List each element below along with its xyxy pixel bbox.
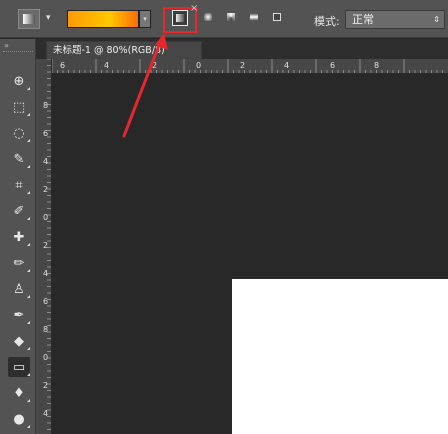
tool-blur[interactable]: ♦ bbox=[8, 383, 30, 403]
ruler-label: 6 bbox=[43, 297, 48, 306]
ruler-label: 4 bbox=[43, 157, 48, 166]
radial-gradient-button[interactable] bbox=[201, 10, 217, 26]
healing-brush-icon: ✚ bbox=[13, 229, 25, 245]
tool-group-indicator bbox=[27, 373, 30, 376]
history-brush-icon: ✒ bbox=[13, 307, 25, 323]
marquee-icon: ⬚ bbox=[12, 99, 26, 115]
tool-group-indicator bbox=[27, 269, 30, 272]
vertical-ruler[interactable]: 8642024680246 bbox=[36, 59, 52, 434]
diamond-gradient-icon bbox=[273, 13, 281, 21]
blur-icon: ♦ bbox=[13, 385, 25, 401]
options-bar: ▾ ▾ 模式: 正常 ⇕ bbox=[0, 0, 448, 38]
document-tab[interactable]: 未标题-1 @ 80%(RGB/8) bbox=[46, 41, 202, 59]
tool-group-indicator bbox=[27, 399, 30, 402]
crop-icon: ⌗ bbox=[15, 177, 23, 193]
tool-eraser[interactable]: ◆ bbox=[8, 331, 30, 351]
quick-select-icon: ✎ bbox=[13, 151, 25, 167]
ruler-label: 6 bbox=[330, 61, 335, 70]
ruler-label: 2 bbox=[43, 381, 48, 390]
lasso-icon: ◌ bbox=[13, 125, 25, 141]
ruler-label: 2 bbox=[43, 185, 48, 194]
ruler-label: 8 bbox=[374, 61, 379, 70]
tool-preset-picker[interactable] bbox=[18, 9, 40, 29]
tool-eyedropper[interactable]: ✐ bbox=[8, 201, 30, 221]
dodge-icon: ● bbox=[13, 411, 25, 427]
tool-group-indicator bbox=[27, 295, 30, 298]
tool-dodge[interactable]: ● bbox=[8, 409, 30, 429]
ruler-label: 6 bbox=[43, 129, 48, 138]
panel-grip[interactable] bbox=[3, 51, 33, 55]
ruler-label: 6 bbox=[60, 61, 65, 70]
ruler-label: 4 bbox=[104, 61, 109, 70]
tool-gradient[interactable]: ▭ bbox=[8, 357, 30, 377]
brush-icon: ✏ bbox=[13, 255, 25, 271]
document-tab-title: 未标题-1 @ 80%(RGB/8) bbox=[53, 45, 165, 56]
tools-panel: » ⊕ ⬚ ◌ ✎ ⌗ ✐ ✚ ✏ ♙ ✒ ◆ ▭ ♦ ● bbox=[0, 39, 36, 434]
angle-gradient-button[interactable] bbox=[224, 10, 240, 26]
tool-history-brush[interactable]: ✒ bbox=[8, 305, 30, 325]
gradient-icon: ▭ bbox=[12, 359, 26, 375]
tool-crop[interactable]: ⌗ bbox=[8, 175, 30, 195]
ruler-label: 2 bbox=[43, 241, 48, 250]
ruler-label: 2 bbox=[152, 61, 157, 70]
tool-group-indicator bbox=[27, 113, 30, 116]
chevron-down-icon[interactable]: ▾ bbox=[46, 13, 51, 23]
tool-lasso[interactable]: ◌ bbox=[8, 123, 30, 143]
reflected-gradient-button[interactable] bbox=[247, 10, 263, 26]
close-icon[interactable]: × bbox=[190, 3, 198, 14]
chevron-updown-icon: ⇕ bbox=[433, 15, 440, 24]
ruler-label: 0 bbox=[196, 61, 201, 70]
move-icon: ⊕ bbox=[13, 73, 25, 89]
tool-group-indicator bbox=[27, 191, 30, 194]
ruler-label: 0 bbox=[43, 353, 48, 362]
tool-group-indicator bbox=[27, 165, 30, 168]
tool-group-indicator bbox=[27, 425, 30, 428]
mode-select[interactable]: 正常 ⇕ bbox=[345, 10, 445, 29]
stamp-icon: ♙ bbox=[13, 281, 25, 297]
mode-value: 正常 bbox=[352, 13, 374, 26]
tool-move[interactable]: ⊕ bbox=[8, 71, 30, 91]
radial-gradient-icon bbox=[204, 13, 212, 21]
diamond-gradient-button[interactable] bbox=[270, 10, 286, 26]
tool-healing-brush[interactable]: ✚ bbox=[8, 227, 30, 247]
eraser-icon: ◆ bbox=[14, 333, 24, 349]
tool-brush[interactable]: ✏ bbox=[8, 253, 30, 273]
gradient-editor-swatch[interactable] bbox=[67, 10, 139, 28]
angle-gradient-icon bbox=[227, 13, 235, 21]
reflected-gradient-icon bbox=[250, 13, 258, 21]
tool-group-indicator bbox=[27, 321, 30, 324]
eyedropper-icon: ✐ bbox=[13, 203, 25, 219]
gradient-picker-dropdown[interactable]: ▾ bbox=[139, 10, 151, 28]
ruler-label: 8 bbox=[43, 101, 48, 110]
ruler-label: 4 bbox=[284, 61, 289, 70]
tool-group-indicator bbox=[27, 217, 30, 220]
mode-label: 模式: bbox=[314, 15, 340, 28]
tool-stamp[interactable]: ♙ bbox=[8, 279, 30, 299]
collapse-icon[interactable]: » bbox=[4, 41, 9, 50]
horizontal-ruler[interactable]: 6 4 2 0 2 4 6 8 bbox=[52, 59, 448, 74]
ruler-label: 0 bbox=[43, 213, 48, 222]
ruler-label: 2 bbox=[240, 61, 245, 70]
ruler-label: 4 bbox=[43, 409, 48, 418]
tool-marquee[interactable]: ⬚ bbox=[8, 97, 30, 117]
tool-group-indicator bbox=[27, 347, 30, 350]
tool-group-indicator bbox=[27, 139, 30, 142]
tool-quick-select[interactable]: ✎ bbox=[8, 149, 30, 169]
document-canvas[interactable] bbox=[232, 279, 448, 434]
ruler-label: 8 bbox=[43, 325, 48, 334]
document-tab-bar: 未标题-1 @ 80%(RGB/8) bbox=[36, 39, 448, 59]
tool-group-indicator bbox=[27, 87, 30, 90]
ruler-label: 4 bbox=[43, 269, 48, 278]
tool-group-indicator bbox=[27, 243, 30, 246]
